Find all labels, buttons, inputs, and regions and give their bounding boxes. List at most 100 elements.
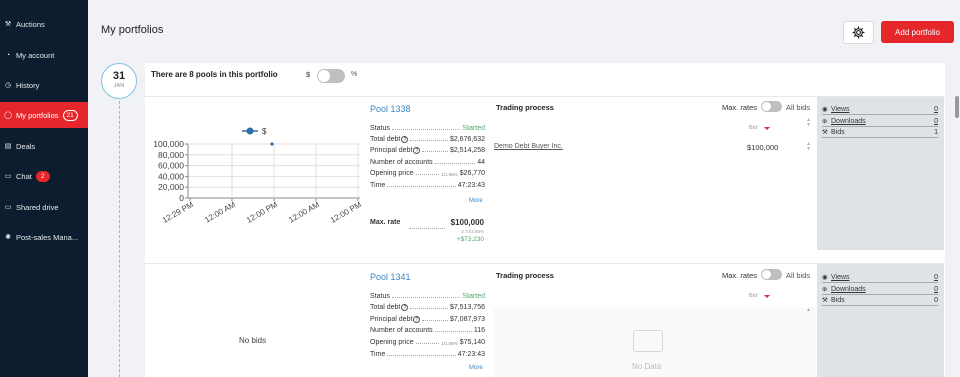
stat-bids[interactable]: ⚒ Bids 1: [822, 127, 938, 138]
sort-desc-icon[interactable]: [764, 127, 770, 130]
sidebar-item-post-sales[interactable]: ✺ Post-sales Mana...: [0, 224, 88, 250]
stat-label: Bids: [831, 129, 845, 136]
max-rate-sub: 3.74/3.98%: [461, 229, 484, 234]
info-time: Time 47:23:43: [370, 179, 485, 189]
y-tick-label: 60,000: [158, 161, 184, 171]
bid-column-header[interactable]: Bid: [749, 293, 757, 299]
info-total-debt: Total debt? $2,676,632: [370, 133, 485, 143]
eye-icon: ◉: [822, 274, 828, 281]
bidder-name[interactable]: Demo Debt Buyer Inc.: [494, 143, 563, 150]
sidebar: ⚒ Auctions ◔ My account ◷ History ◯ My p…: [0, 0, 88, 377]
info-label: Opening price: [370, 339, 414, 346]
info-status: Status Started: [370, 122, 485, 132]
info-accounts: Number of accounts 44: [370, 156, 485, 166]
sidebar-item-my-account[interactable]: ◔ My account: [0, 42, 88, 68]
sidebar-item-history[interactable]: ◷ History: [0, 72, 88, 98]
empty-inbox-icon: [633, 330, 663, 352]
more-link[interactable]: More: [469, 365, 483, 371]
help-icon[interactable]: ?: [401, 304, 409, 311]
sidebar-item-shared-drive[interactable]: ▭ Shared drive: [0, 194, 88, 220]
stat-count: 0: [934, 285, 938, 293]
eye-icon: ◉: [822, 106, 828, 113]
portfolio-icon: ◯: [4, 112, 12, 119]
settings-button[interactable]: [843, 21, 874, 44]
bids-chart: 020,00040,00060,00080,000100,000 12:29 PM…: [153, 127, 363, 225]
stat-downloads[interactable]: ⊕ Downloads 0: [822, 284, 938, 295]
opening-price-value: $75,140: [459, 339, 485, 346]
x-tick-label: 12:00 PM: [245, 200, 279, 225]
stat-views[interactable]: ◉ Views 0: [822, 272, 938, 283]
info-label: Opening price: [370, 170, 414, 177]
all-bids-label: All bids: [786, 103, 811, 112]
add-portfolio-button[interactable]: Add portfolio: [881, 21, 954, 43]
pool-name-link[interactable]: Pool 1338: [370, 104, 411, 114]
legend-label: $: [262, 127, 267, 136]
max-rate-value: $100,000: [450, 218, 484, 227]
sidebar-item-label: Chat: [16, 171, 32, 181]
info-label: Principal debt: [370, 316, 413, 323]
pool-chart: 0 20,000 40,000 60,000 80,000 100,000 12:29 PM…: [150, 120, 365, 230]
stat-downloads[interactable]: ⊕ Downloads 0: [822, 116, 938, 127]
stat-count: 0: [934, 296, 938, 304]
sidebar-item-auctions[interactable]: ⚒ Auctions: [0, 11, 88, 37]
bid-column-header[interactable]: Bid: [749, 125, 757, 131]
scroll-arrows[interactable]: ▲ ▼: [806, 142, 811, 152]
date-badge: 31 JAN: [101, 63, 137, 99]
accounts-value: 44: [477, 159, 485, 166]
pool-name-link[interactable]: Pool 1341: [370, 272, 411, 282]
info-opening-price: Opening price 1/1.06% $75,140: [370, 336, 485, 346]
download-icon: ⊕: [822, 286, 828, 293]
stat-bids[interactable]: ⚒ Bids 0: [822, 295, 938, 306]
max-rates-toggle[interactable]: [761, 101, 782, 112]
sidebar-item-label: History: [16, 80, 40, 90]
scroll-arrows[interactable]: ▲ ▼: [806, 118, 811, 128]
info-opening-price: Opening price 1/1.06% $26,770: [370, 167, 485, 177]
stat-label: Bids: [831, 297, 845, 304]
user-icon: ◔: [5, 51, 11, 59]
stat-label: Views: [831, 274, 850, 281]
help-icon[interactable]: ?: [413, 147, 421, 154]
info-label: Total debt: [370, 136, 401, 143]
gear-icon: [852, 26, 865, 39]
x-tick-label: 12:29 PM: [161, 200, 195, 225]
pools-count-text: There are 8 pools in this portfolio: [151, 70, 278, 79]
stat-count: 1: [934, 128, 938, 136]
data-point: [270, 142, 274, 146]
help-icon[interactable]: ?: [413, 316, 421, 323]
x-tick-label: 12:00 PM: [329, 200, 363, 225]
stat-views[interactable]: ◉ Views 0: [822, 104, 938, 115]
max-rates-label: Max. rates: [722, 271, 758, 280]
info-label: Time: [370, 182, 386, 189]
info-label: Number of accounts: [370, 159, 433, 166]
y-tick-label: 20,000: [158, 182, 184, 192]
help-icon[interactable]: ?: [401, 136, 409, 143]
date-day: 31: [112, 70, 126, 82]
page-scrollbar[interactable]: [955, 96, 959, 118]
currency-toggle[interactable]: [317, 69, 345, 83]
percent-label: %: [351, 71, 358, 78]
stat-count: 0: [934, 273, 938, 281]
sidebar-item-deals[interactable]: ▤ Deals: [0, 133, 88, 159]
sort-desc-icon[interactable]: [764, 295, 770, 298]
info-label: Status: [370, 293, 390, 300]
info-time: Time 47:23:43: [370, 348, 485, 358]
opening-price-pct: 1/1.06%: [441, 341, 458, 346]
legend-marker: [246, 127, 254, 135]
sidebar-item-chat[interactable]: ▭ Chat 2: [0, 163, 88, 189]
sidebar-item-my-portfolios[interactable]: ◯ My portfolios 21: [0, 102, 88, 128]
info-label: Time: [370, 351, 386, 358]
hammer-icon: ⚒: [4, 21, 12, 28]
y-tick-label: 0: [179, 193, 184, 203]
sidebar-item-label: Post-sales Mana...: [16, 232, 79, 242]
gavel-icon: ⚒: [822, 129, 828, 136]
no-bids-text: No bids: [239, 336, 267, 345]
more-link[interactable]: More: [469, 198, 483, 204]
sidebar-item-label: Shared drive: [16, 202, 59, 212]
x-tick-label: 12:00 AM: [287, 200, 321, 225]
max-rates-toggle[interactable]: [761, 269, 782, 280]
opening-price-value: $26,770: [459, 170, 485, 177]
accounts-value: 116: [473, 327, 485, 334]
scroll-arrows[interactable]: ▲: [806, 308, 811, 313]
y-tick-label: 40,000: [158, 171, 184, 181]
download-icon: ⊕: [822, 118, 828, 125]
